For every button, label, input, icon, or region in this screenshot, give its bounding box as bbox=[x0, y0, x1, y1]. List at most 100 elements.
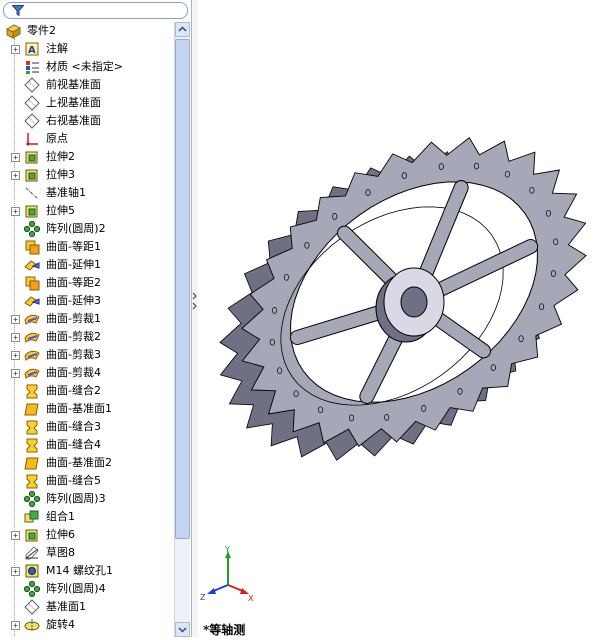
surface-knit-icon bbox=[26, 474, 38, 489]
tree-item-label: 曲面-缝合3 bbox=[46, 420, 101, 433]
tree-item-label: 曲面-基准面2 bbox=[46, 456, 112, 469]
tree-item[interactable]: 草图8 bbox=[0, 544, 173, 562]
tree-item-label: 原点 bbox=[46, 132, 68, 145]
tree-item[interactable]: 阵列(圆周)2 bbox=[0, 220, 173, 238]
tree-item[interactable]: 曲面-缝合3 bbox=[0, 418, 173, 436]
tree-item[interactable]: 前视基准面 bbox=[0, 76, 173, 94]
surface-trim-icon bbox=[24, 332, 40, 343]
tree-item[interactable]: + 旋转4 bbox=[0, 616, 173, 634]
triad-z-label: Z bbox=[200, 593, 206, 602]
tree-item-label: 曲面-等距2 bbox=[46, 276, 101, 289]
tree-item[interactable]: + 曲面-剪裁2 bbox=[0, 328, 173, 346]
tree-item[interactable]: + 曲面-剪裁3 bbox=[0, 346, 173, 364]
plane-icon bbox=[24, 95, 40, 111]
feature-tree: 零件2 + A 注解 材质 <未指定> 前视基准面 上视基准面 右视基准面 原点 + 拉伸2 + 拉伸3… bbox=[0, 22, 173, 634]
tree-item-label: 曲面-缝合2 bbox=[46, 384, 101, 397]
tree-item[interactable]: 曲面-缝合5 bbox=[0, 472, 173, 490]
circular-pattern-icon bbox=[24, 581, 40, 597]
expand-toggle-icon[interactable]: + bbox=[11, 531, 20, 540]
expand-toggle-icon[interactable]: + bbox=[11, 567, 20, 576]
tree-item-label: 基准面1 bbox=[46, 600, 86, 613]
tree-item-label: 曲面-剪裁4 bbox=[46, 366, 101, 379]
surface-extend-icon bbox=[24, 260, 40, 271]
tree-item[interactable]: + 拉伸3 bbox=[0, 166, 173, 184]
planar-surface-icon bbox=[24, 403, 39, 416]
surface-knit-icon bbox=[26, 384, 38, 399]
hub-bore bbox=[400, 286, 428, 318]
tree-item[interactable]: 阵列(圆周)3 bbox=[0, 490, 173, 508]
tree-item[interactable]: + 拉伸6 bbox=[0, 526, 173, 544]
tree-item[interactable]: 曲面-基准面2 bbox=[0, 454, 173, 472]
surface-offset-icon bbox=[25, 240, 40, 255]
tree-item[interactable]: + 拉伸2 bbox=[0, 148, 173, 166]
tree-item[interactable]: 基准轴1 bbox=[0, 184, 173, 202]
tree-item[interactable]: 曲面-基准面1 bbox=[0, 400, 173, 418]
tree-item[interactable]: 原点 bbox=[0, 130, 173, 148]
expand-toggle-icon[interactable]: + bbox=[11, 369, 20, 378]
tree-item[interactable]: 曲面-缝合2 bbox=[0, 382, 173, 400]
surface-knit-icon bbox=[26, 438, 38, 453]
surface-offset-icon bbox=[25, 276, 40, 291]
tree-item[interactable]: 曲面-延伸3 bbox=[0, 292, 173, 310]
tree-item[interactable]: 基准面1 bbox=[0, 598, 173, 616]
tree-item[interactable]: + A 注解 bbox=[0, 40, 173, 58]
tree-item-label: M14 螺纹孔1 bbox=[46, 564, 113, 577]
expand-toggle-icon[interactable]: + bbox=[11, 153, 20, 162]
expand-toggle-icon[interactable]: + bbox=[11, 333, 20, 342]
svg-text:A: A bbox=[28, 45, 36, 56]
tree-item[interactable]: 曲面-等距1 bbox=[0, 238, 173, 256]
surface-trim-icon bbox=[24, 368, 40, 379]
tree-item[interactable]: 上视基准面 bbox=[0, 94, 173, 112]
scroll-down-button[interactable] bbox=[175, 622, 190, 637]
expand-toggle-icon[interactable]: + bbox=[11, 351, 20, 360]
surface-trim-icon bbox=[24, 314, 40, 325]
tree-item[interactable]: 右视基准面 bbox=[0, 112, 173, 130]
tree-item-label: 拉伸2 bbox=[46, 150, 75, 163]
tree-item-label: 基准轴1 bbox=[46, 186, 86, 199]
surface-extend-icon bbox=[24, 296, 40, 307]
tree-item-label: 曲面-剪裁3 bbox=[46, 348, 101, 361]
chevron-up-icon bbox=[178, 26, 187, 32]
surface-knit-icon bbox=[26, 420, 38, 435]
tree-item-label: 拉伸3 bbox=[46, 168, 75, 181]
tree-item-label: 曲面-缝合5 bbox=[46, 474, 101, 487]
expand-toggle-icon[interactable]: + bbox=[11, 207, 20, 216]
axis-icon bbox=[25, 187, 39, 200]
tree-item[interactable]: 组合1 bbox=[0, 508, 173, 526]
tree-item-label: 阵列(圆周)4 bbox=[46, 582, 106, 595]
tree-item-label: 拉伸6 bbox=[46, 528, 75, 541]
extrude-icon bbox=[25, 169, 38, 182]
tree-item[interactable]: + 曲面-剪裁1 bbox=[0, 310, 173, 328]
filter-icon[interactable] bbox=[12, 5, 24, 16]
plane-icon bbox=[24, 599, 40, 615]
scroll-thumb[interactable] bbox=[175, 39, 190, 539]
tree-root[interactable]: 零件2 bbox=[0, 22, 173, 40]
tree-item-label: 旋转4 bbox=[46, 618, 75, 631]
extrude-icon bbox=[25, 205, 38, 218]
tree-item[interactable]: + M14 螺纹孔1 bbox=[0, 562, 173, 580]
expand-toggle-icon[interactable]: + bbox=[11, 621, 20, 630]
gear-wheel-model[interactable] bbox=[198, 0, 614, 637]
tree-item-label: 曲面-等距1 bbox=[46, 240, 101, 253]
expand-toggle-icon[interactable]: + bbox=[11, 45, 20, 54]
tree-item[interactable]: 曲面-等距2 bbox=[0, 274, 173, 292]
tree-scrollbar[interactable] bbox=[174, 22, 190, 637]
tree-item[interactable]: + 拉伸5 bbox=[0, 202, 173, 220]
tree-item[interactable]: 材质 <未指定> bbox=[0, 58, 173, 76]
tree-item-label: 阵列(圆周)3 bbox=[46, 492, 106, 505]
surface-trim-icon bbox=[24, 350, 40, 361]
tree-item[interactable]: + 曲面-剪裁4 bbox=[0, 364, 173, 382]
sketch-icon bbox=[25, 546, 39, 560]
planar-surface-icon bbox=[24, 457, 39, 470]
circular-pattern-icon bbox=[24, 491, 40, 507]
tree-item-label: 前视基准面 bbox=[46, 78, 101, 91]
graphics-viewport[interactable] bbox=[198, 0, 614, 637]
tree-item[interactable]: 曲面-延伸1 bbox=[0, 256, 173, 274]
filter-bar[interactable] bbox=[3, 2, 188, 19]
expand-toggle-icon[interactable]: + bbox=[11, 315, 20, 324]
tree-item-label: 组合1 bbox=[46, 510, 75, 523]
tree-item[interactable]: 曲面-缝合4 bbox=[0, 436, 173, 454]
expand-toggle-icon[interactable]: + bbox=[11, 171, 20, 180]
tree-item[interactable]: 阵列(圆周)4 bbox=[0, 580, 173, 598]
scroll-up-button[interactable] bbox=[175, 22, 190, 37]
